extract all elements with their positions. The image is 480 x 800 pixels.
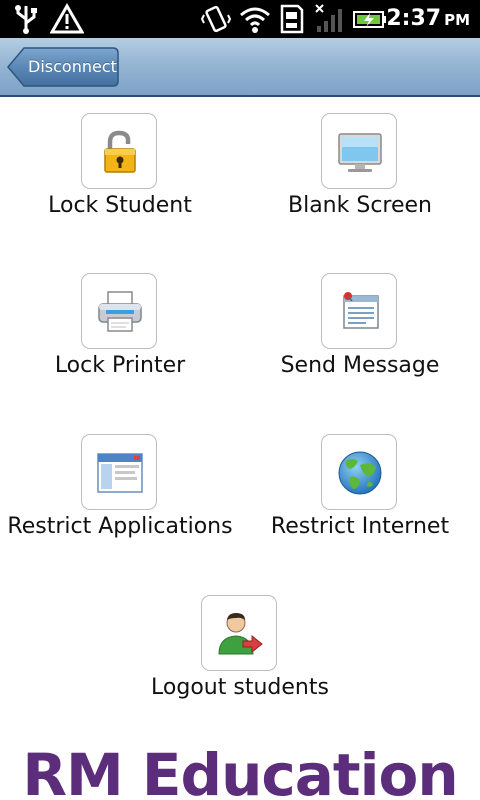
- blank-screen-item[interactable]: Blank Screen: [240, 113, 480, 243]
- restrict-internet-tile[interactable]: [321, 434, 397, 510]
- clock-ampm: PM: [444, 11, 470, 29]
- lock-student-item[interactable]: Lock Student: [0, 113, 240, 243]
- battery-charging-icon: [353, 11, 386, 28]
- rm-education-logo: RM Education: [22, 741, 458, 800]
- logout-user-icon: [218, 613, 263, 655]
- send-message-tile[interactable]: [321, 273, 397, 349]
- restrict-internet-label: Restrict Internet: [270, 514, 450, 539]
- lock-printer-item[interactable]: Lock Printer: [0, 273, 240, 403]
- send-message-item[interactable]: Send Message: [240, 273, 480, 403]
- restrict-applications-label: Restrict Applications: [7, 514, 233, 539]
- lock-printer-label: Lock Printer: [54, 353, 186, 378]
- restrict-applications-tile[interactable]: [81, 434, 157, 510]
- disconnect-button[interactable]: Disconnect: [7, 46, 119, 88]
- vibrate-icon: [200, 5, 232, 33]
- restrict-internet-item[interactable]: Restrict Internet: [240, 434, 480, 564]
- logout-students-tile[interactable]: [201, 595, 277, 671]
- action-bar: Disconnect: [0, 38, 480, 97]
- logout-students-item[interactable]: Logout students: [120, 595, 360, 725]
- wifi-icon: [240, 7, 270, 33]
- application-window-icon: [97, 453, 143, 493]
- clock-time: 2:37: [386, 6, 442, 31]
- monitor-icon: [338, 133, 382, 172]
- blank-screen-tile[interactable]: [321, 113, 397, 189]
- lock-student-label: Lock Student: [48, 193, 192, 218]
- lock-student-tile[interactable]: [81, 113, 157, 189]
- usb-icon: [15, 5, 37, 34]
- no-signal-icon: [315, 4, 342, 32]
- status-bar: 2:37 PM: [0, 0, 480, 38]
- disconnect-label: Disconnect: [28, 57, 117, 76]
- lock-printer-tile[interactable]: [81, 273, 157, 349]
- send-message-label: Send Message: [280, 353, 440, 378]
- padlock-icon: [104, 130, 136, 173]
- status-time: 2:37 PM: [386, 4, 470, 35]
- message-icon: [343, 292, 379, 329]
- blank-screen-label: Blank Screen: [288, 193, 432, 218]
- screen: 2:37 PM Disconnect Lock Student Blank Sc…: [0, 0, 480, 800]
- restrict-applications-item[interactable]: Restrict Applications: [0, 434, 240, 564]
- globe-icon: [338, 451, 382, 495]
- logout-students-label: Logout students: [151, 675, 329, 700]
- sd-card-icon: [280, 4, 304, 34]
- printer-icon: [98, 291, 142, 332]
- warning-icon: [50, 3, 84, 34]
